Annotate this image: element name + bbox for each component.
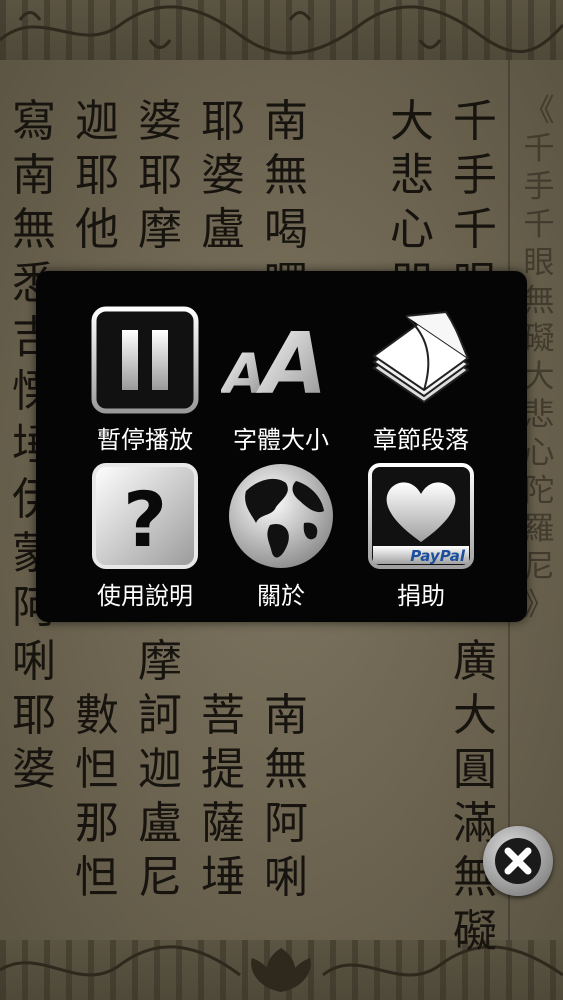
scripture-char: 耶 [201, 96, 245, 147]
scripture-char: 礙 [523, 321, 555, 357]
scripture-char: 摩 [138, 204, 182, 255]
scripture-char: 手 [523, 169, 555, 205]
scripture-char: 礙 [453, 906, 497, 957]
help-label: 使用說明 [97, 582, 193, 610]
scripture-char: 無 [523, 283, 555, 319]
svg-text:A: A [221, 343, 266, 407]
scripture-char: 尼 [138, 852, 182, 903]
options-menu: 暫停播放 A A 字體大小 章節段落 ? 使用說明 關於 PayPal 捐助 [36, 271, 527, 622]
scripture-char: 無 [12, 204, 56, 255]
scripture-char: 羅 [523, 511, 555, 547]
scripture-char: 千 [523, 131, 555, 167]
donate-button[interactable]: PayPal 捐助 [341, 441, 501, 611]
scripture-char: 大 [453, 690, 497, 741]
scripture-char: 耶 [12, 690, 56, 741]
scripture-char: 婆 [12, 744, 56, 795]
scripture-char: 摩 [138, 636, 182, 687]
scripture-char: 數 [75, 690, 119, 741]
text-column-4: 耶婆盧 [193, 95, 253, 257]
scripture-char: 那 [75, 798, 119, 849]
scripture-char: 千 [453, 204, 497, 255]
text-column-5: 婆耶摩 [130, 95, 190, 257]
lower-text-column-2: 南無阿唎 [256, 689, 316, 905]
scripture-char: 喝 [264, 204, 308, 255]
lower-text-column-4: 摩訶迦盧尼 [130, 635, 190, 905]
scripture-char: 手 [453, 150, 497, 201]
scripture-char: 南 [264, 96, 308, 147]
scripture-char: 圓 [453, 744, 497, 795]
scripture-char: 阿 [264, 798, 308, 849]
svg-text:?: ? [123, 475, 167, 564]
help-icon: ? [85, 459, 205, 572]
scripture-char: 婆 [138, 96, 182, 147]
scripture-char: 提 [201, 744, 245, 795]
scripture-char: 悲 [390, 150, 434, 201]
chapter-button[interactable]: 章節段落 [341, 285, 501, 455]
svg-text:A: A [256, 315, 328, 410]
book-icon [361, 303, 481, 416]
close-icon [495, 838, 541, 884]
scripture-char: 怛 [75, 744, 119, 795]
scripture-char: 無 [264, 744, 308, 795]
heart-paypal-icon: PayPal [361, 459, 481, 572]
scripture-char: 迦 [138, 744, 182, 795]
scripture-char: 盧 [201, 204, 245, 255]
paypal-logo-text: PayPal [410, 547, 466, 565]
scripture-char: 《 [523, 93, 555, 129]
scripture-char: 南 [264, 690, 308, 741]
font-size-button[interactable]: A A 字體大小 [201, 285, 361, 455]
about-button[interactable]: 關於 [201, 441, 361, 611]
lower-text-column-3: 菩提薩埵 [193, 689, 253, 905]
scripture-char: 婆 [201, 150, 245, 201]
scripture-char: 大 [390, 96, 434, 147]
scripture-char: 千 [523, 207, 555, 243]
donate-label: 捐助 [397, 582, 445, 610]
scripture-char: 心 [523, 435, 555, 471]
scripture-char: 菩 [201, 690, 245, 741]
lower-text-column-5: 數怛那怛 [67, 689, 127, 905]
scripture-char: 唎 [264, 852, 308, 903]
close-button[interactable] [483, 826, 553, 896]
scripture-char: 怛 [75, 852, 119, 903]
scripture-char: 千 [453, 96, 497, 147]
font-size-icon: A A [221, 303, 341, 416]
scripture-char: 耶 [138, 150, 182, 201]
scripture-char: 尼 [523, 549, 555, 585]
scripture-char: 南 [12, 150, 56, 201]
scripture-char: 唎 [12, 636, 56, 687]
scripture-char: 訶 [138, 690, 182, 741]
about-label: 關於 [257, 582, 305, 610]
globe-icon [221, 459, 341, 572]
scripture-char: 無 [264, 150, 308, 201]
pause-icon [85, 303, 205, 416]
lotus-icon [251, 948, 311, 992]
scripture-char: 迦 [75, 96, 119, 147]
scripture-char: 陀 [523, 473, 555, 509]
scroll-ornament [0, 5, 563, 55]
scripture-char: 心 [390, 204, 434, 255]
scripture-char: 悲 [523, 397, 555, 433]
lower-text-column-1: 廣大圓滿無礙 [445, 635, 505, 959]
text-column-6: 迦耶他 [67, 95, 127, 257]
scripture-char: 他 [75, 204, 119, 255]
scripture-char: 廣 [453, 636, 497, 687]
scripture-char: 耶 [75, 150, 119, 201]
scripture-page: 千手千眼 大悲心咒 南無喝囉 耶婆盧 婆耶摩 迦耶他 寫南無悉吉慄埵伊蒙阿唎耶婆… [0, 0, 563, 1000]
scripture-char: 眼 [523, 245, 555, 281]
scripture-char: 》 [523, 587, 555, 623]
scripture-char: 薩 [201, 798, 245, 849]
scripture-char: 大 [523, 359, 555, 395]
top-ornament-border [0, 0, 563, 60]
scripture-char: 寫 [12, 96, 56, 147]
scripture-char: 盧 [138, 798, 182, 849]
scripture-char: 埵 [201, 852, 245, 903]
